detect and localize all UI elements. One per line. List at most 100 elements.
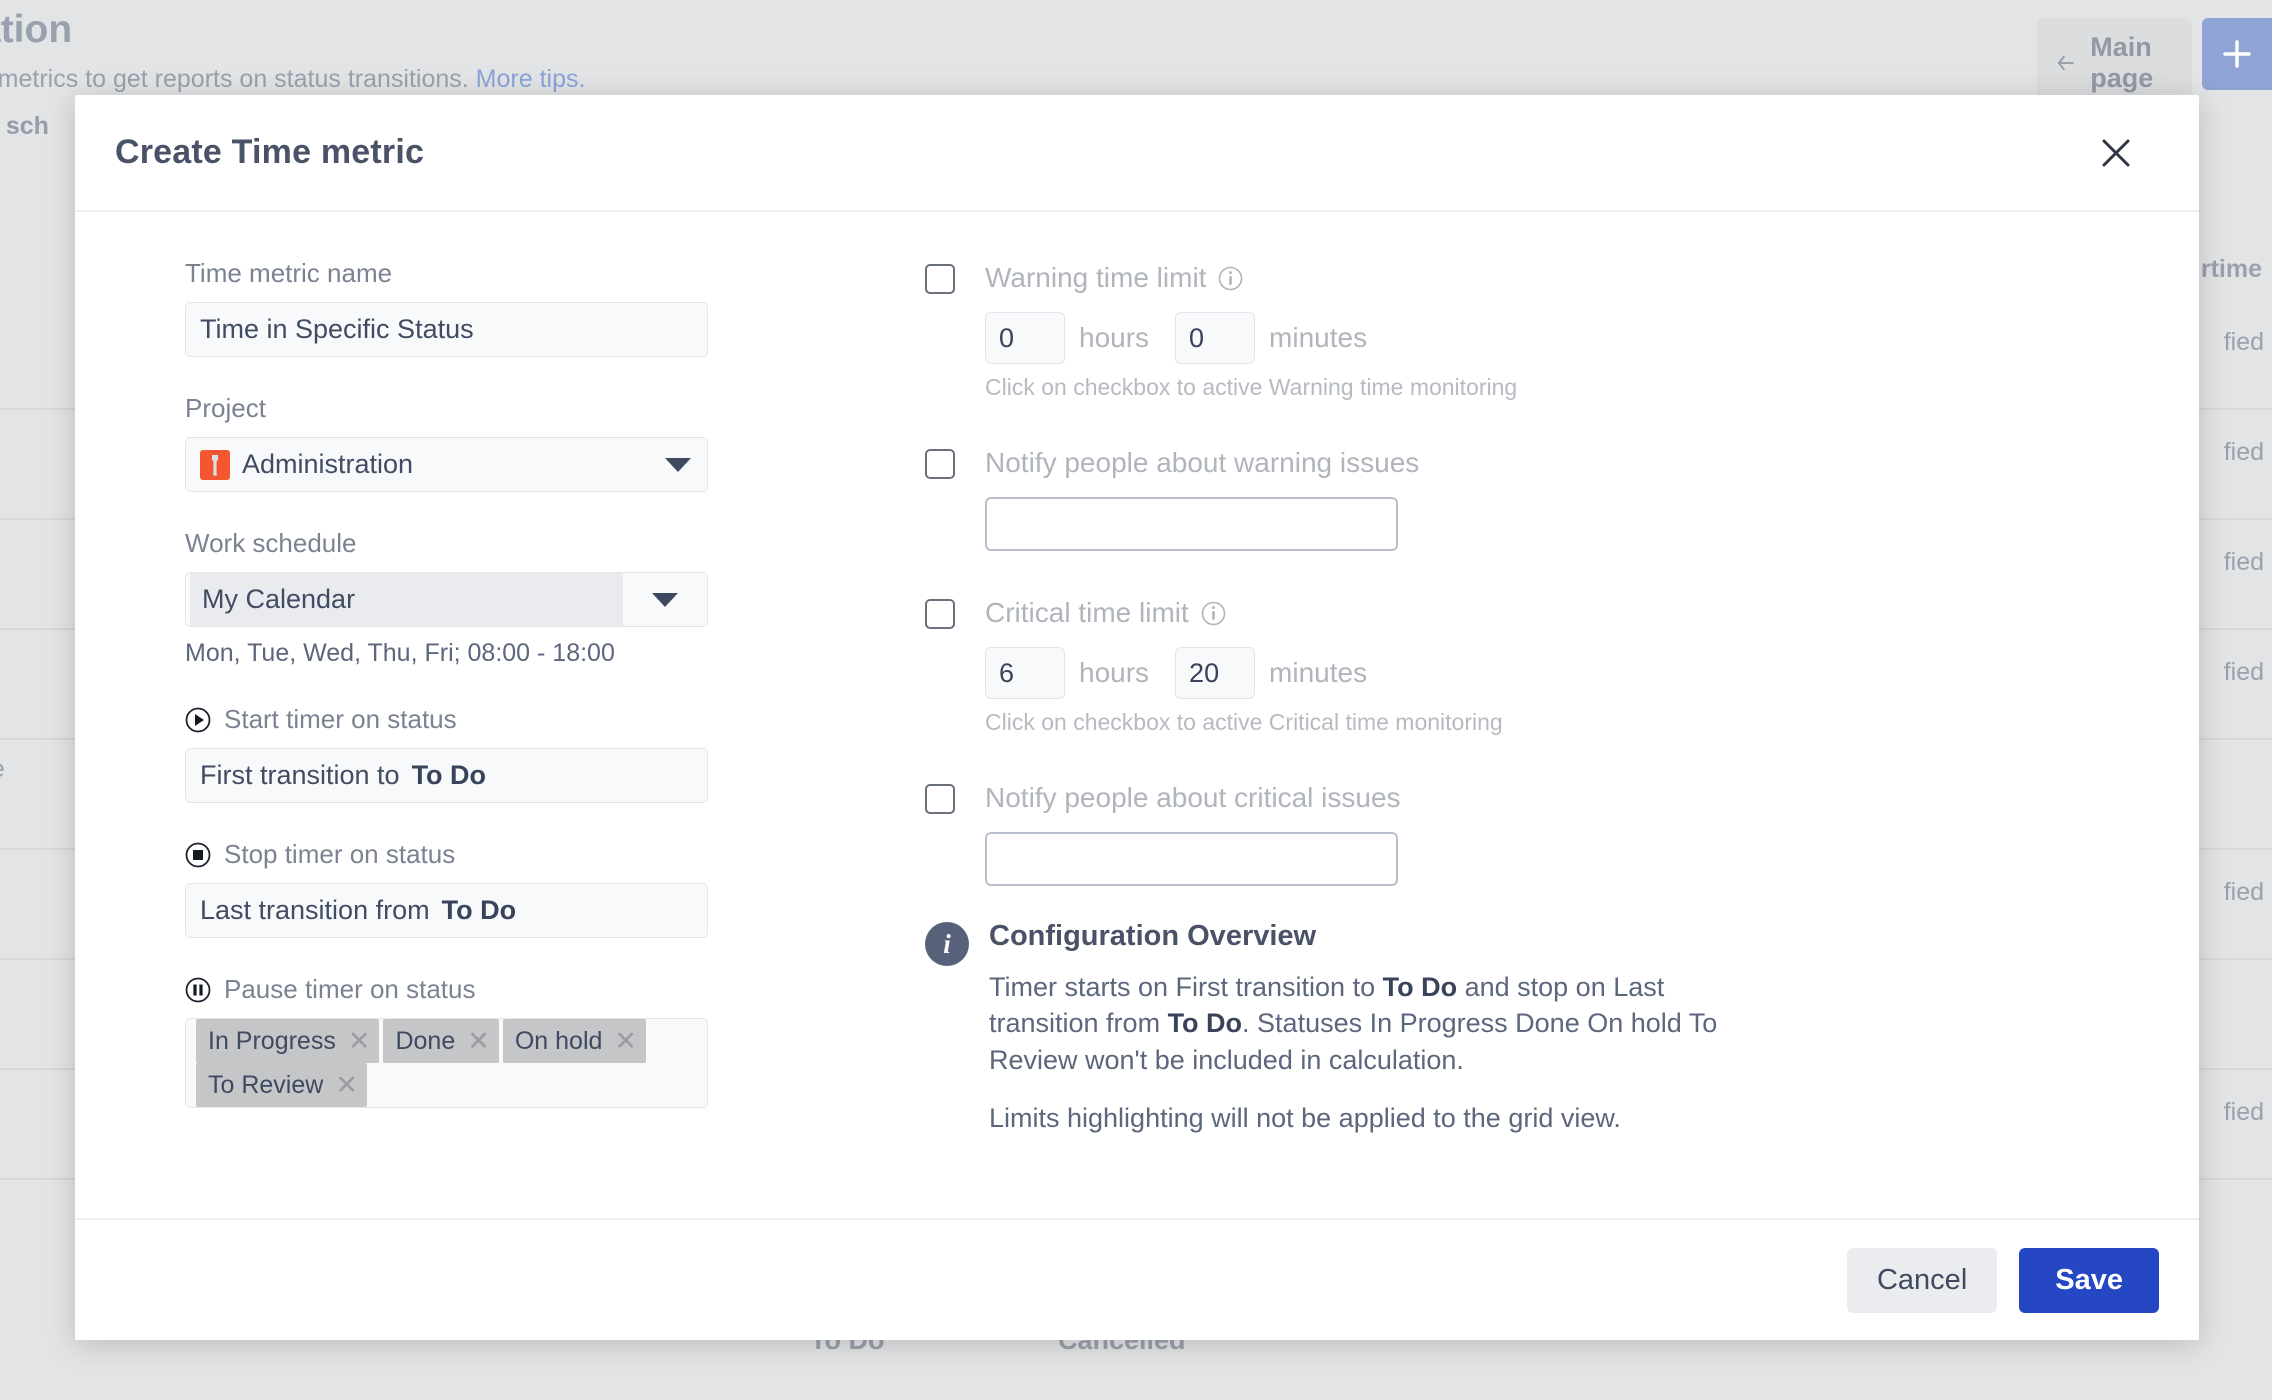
warning-time-limit-checkbox[interactable]: [925, 264, 955, 294]
notify-critical-input[interactable]: [985, 832, 1398, 886]
tag-label: In Progress: [208, 1027, 336, 1056]
work-schedule-select[interactable]: My Calendar: [185, 572, 708, 627]
close-button[interactable]: [2093, 130, 2139, 176]
tag-chip[interactable]: On hold ✕: [503, 1019, 646, 1063]
notify-warning-input[interactable]: [985, 497, 1398, 551]
info-circle-icon[interactable]: [1201, 601, 1226, 626]
play-circle-icon: [185, 707, 211, 733]
cell-modified: fied: [2224, 548, 2264, 577]
notify-critical-checkbox[interactable]: [925, 784, 955, 814]
warning-time-limit-group: Warning time limit 0 hours 0 minutes C: [925, 258, 2159, 401]
critical-minutes-unit: minutes: [1269, 657, 1367, 689]
field-stop-timer: Stop timer on status Last transition fro…: [185, 839, 875, 938]
warning-minutes-input[interactable]: 0: [1175, 312, 1255, 364]
main-page-button-label: Main page: [2090, 32, 2166, 94]
field-project: Project Administration: [185, 393, 875, 492]
create-time-metric-dialog: Create Time metric Time metric name Time…: [75, 95, 2199, 1340]
notify-critical-label: Notify people about critical issues: [985, 782, 1401, 814]
close-icon: [2099, 136, 2133, 170]
field-time-metric-name: Time metric name Time in Specific Status: [185, 258, 875, 357]
warning-time-inputs: 0 hours 0 minutes: [985, 312, 2159, 364]
time-metric-name-input[interactable]: Time in Specific Status: [185, 302, 708, 357]
time-metric-name-label: Time metric name: [185, 258, 875, 289]
notify-warning-group: Notify people about warning issues: [925, 443, 2159, 551]
field-start-timer: Start timer on status First transition t…: [185, 704, 875, 803]
notify-warning-checkbox[interactable]: [925, 449, 955, 479]
info-circle-filled-icon: i: [925, 922, 969, 966]
notify-warning-label: Notify people about warning issues: [985, 447, 1419, 479]
work-schedule-hint: Mon, Tue, Wed, Thu, Fri; 08:00 - 18:00: [185, 639, 875, 668]
stop-timer-prefix: Last transition from: [200, 895, 430, 926]
start-timer-header: Start timer on status: [185, 704, 875, 735]
dialog-header: Create Time metric: [75, 95, 2199, 212]
form-right-column: Warning time limit 0 hours 0 minutes C: [875, 258, 2159, 1218]
start-timer-prefix: First transition to: [200, 760, 400, 791]
start-timer-status: To Do: [412, 760, 486, 791]
stop-timer-select[interactable]: Last transition from To Do: [185, 883, 708, 938]
pause-timer-label: Pause timer on status: [224, 974, 475, 1005]
add-button[interactable]: [2202, 18, 2272, 90]
config-status-start: To Do: [1383, 972, 1457, 1002]
tag-label: On hold: [515, 1027, 603, 1056]
chevron-down-icon: [665, 458, 691, 472]
critical-time-limit-checkbox[interactable]: [925, 599, 955, 629]
tag-remove-icon[interactable]: ✕: [467, 1028, 490, 1055]
tag-remove-icon[interactable]: ✕: [348, 1028, 371, 1055]
notify-critical-label-row: Notify people about critical issues: [985, 778, 2159, 818]
bg-page-subtitle: me metrics to get reports on status tran…: [0, 65, 585, 94]
warning-hours-unit: hours: [1079, 322, 1149, 354]
tag-chip[interactable]: Done ✕: [383, 1019, 498, 1063]
critical-time-limit-label-row: Critical time limit: [985, 593, 2159, 633]
dialog-body: Time metric name Time in Specific Status…: [75, 212, 2199, 1218]
warning-hours-input[interactable]: 0: [985, 312, 1065, 364]
work-schedule-label: Work schedule: [185, 528, 875, 559]
dialog-title: Create Time metric: [115, 133, 424, 172]
critical-time-hint: Click on checkbox to active Critical tim…: [985, 709, 2159, 736]
cancel-button[interactable]: Cancel: [1847, 1248, 1997, 1313]
pause-timer-multiselect[interactable]: In Progress ✕ Done ✕ On hold ✕ To Review…: [185, 1018, 708, 1108]
work-schedule-dropdown-toggle[interactable]: [623, 573, 707, 626]
warning-minutes-unit: minutes: [1269, 322, 1367, 354]
tag-chip[interactable]: In Progress ✕: [196, 1019, 379, 1063]
critical-time-inputs: 6 hours 20 minutes: [985, 647, 2159, 699]
plus-icon: [2220, 37, 2254, 71]
tag-label: To Review: [208, 1071, 323, 1100]
tag-remove-icon[interactable]: ✕: [614, 1028, 637, 1055]
tag-remove-icon[interactable]: ✕: [335, 1072, 358, 1099]
bg-page-title: uration: [0, 8, 72, 52]
cell-modified: fied: [2224, 438, 2264, 467]
info-circle-icon[interactable]: [1218, 266, 1243, 291]
warning-time-limit-label-row: Warning time limit: [985, 258, 2159, 298]
save-button[interactable]: Save: [2019, 1248, 2159, 1313]
warning-time-hint: Click on checkbox to active Warning time…: [985, 374, 2159, 401]
stop-timer-header: Stop timer on status: [185, 839, 875, 870]
pause-circle-icon: [185, 977, 211, 1003]
critical-time-limit-group: Critical time limit 6 hours 20 minutes: [925, 593, 2159, 736]
stop-timer-status: To Do: [442, 895, 516, 926]
config-text-a: Timer starts on First transition to: [989, 972, 1383, 1002]
cell-modified: fied: [2224, 328, 2264, 357]
start-timer-select[interactable]: First transition to To Do: [185, 748, 708, 803]
cell-modified: fied: [2224, 658, 2264, 687]
notify-critical-group: Notify people about critical issues: [925, 778, 2159, 886]
bg-fragment-work-schedule: ork sch: [0, 112, 49, 141]
project-select-value: Administration: [242, 449, 413, 480]
tag-chip[interactable]: To Review ✕: [196, 1063, 367, 1107]
config-status-stop: To Do: [1168, 1008, 1242, 1038]
critical-hours-input[interactable]: 6: [985, 647, 1065, 699]
critical-minutes-input[interactable]: 20: [1175, 647, 1255, 699]
critical-time-limit-label: Critical time limit: [985, 597, 1189, 629]
work-schedule-value: My Calendar: [190, 573, 623, 626]
project-select[interactable]: Administration: [185, 437, 708, 492]
form-left-column: Time metric name Time in Specific Status…: [115, 258, 875, 1218]
arrow-left-icon: [2057, 50, 2074, 76]
dialog-footer: Cancel Save: [75, 1218, 2199, 1340]
bg-subtitle-text: me metrics to get reports on status tran…: [0, 65, 469, 93]
pause-timer-header: Pause timer on status: [185, 974, 875, 1005]
more-tips-link[interactable]: More tips.: [476, 65, 586, 93]
cell-modified: fied: [2224, 878, 2264, 907]
configuration-overview: i Configuration Overview Timer starts on…: [925, 920, 2159, 1159]
configuration-overview-paragraph-1: Timer starts on First transition to To D…: [989, 969, 1749, 1078]
warning-time-limit-label: Warning time limit: [985, 262, 1206, 294]
start-timer-label: Start timer on status: [224, 704, 457, 735]
